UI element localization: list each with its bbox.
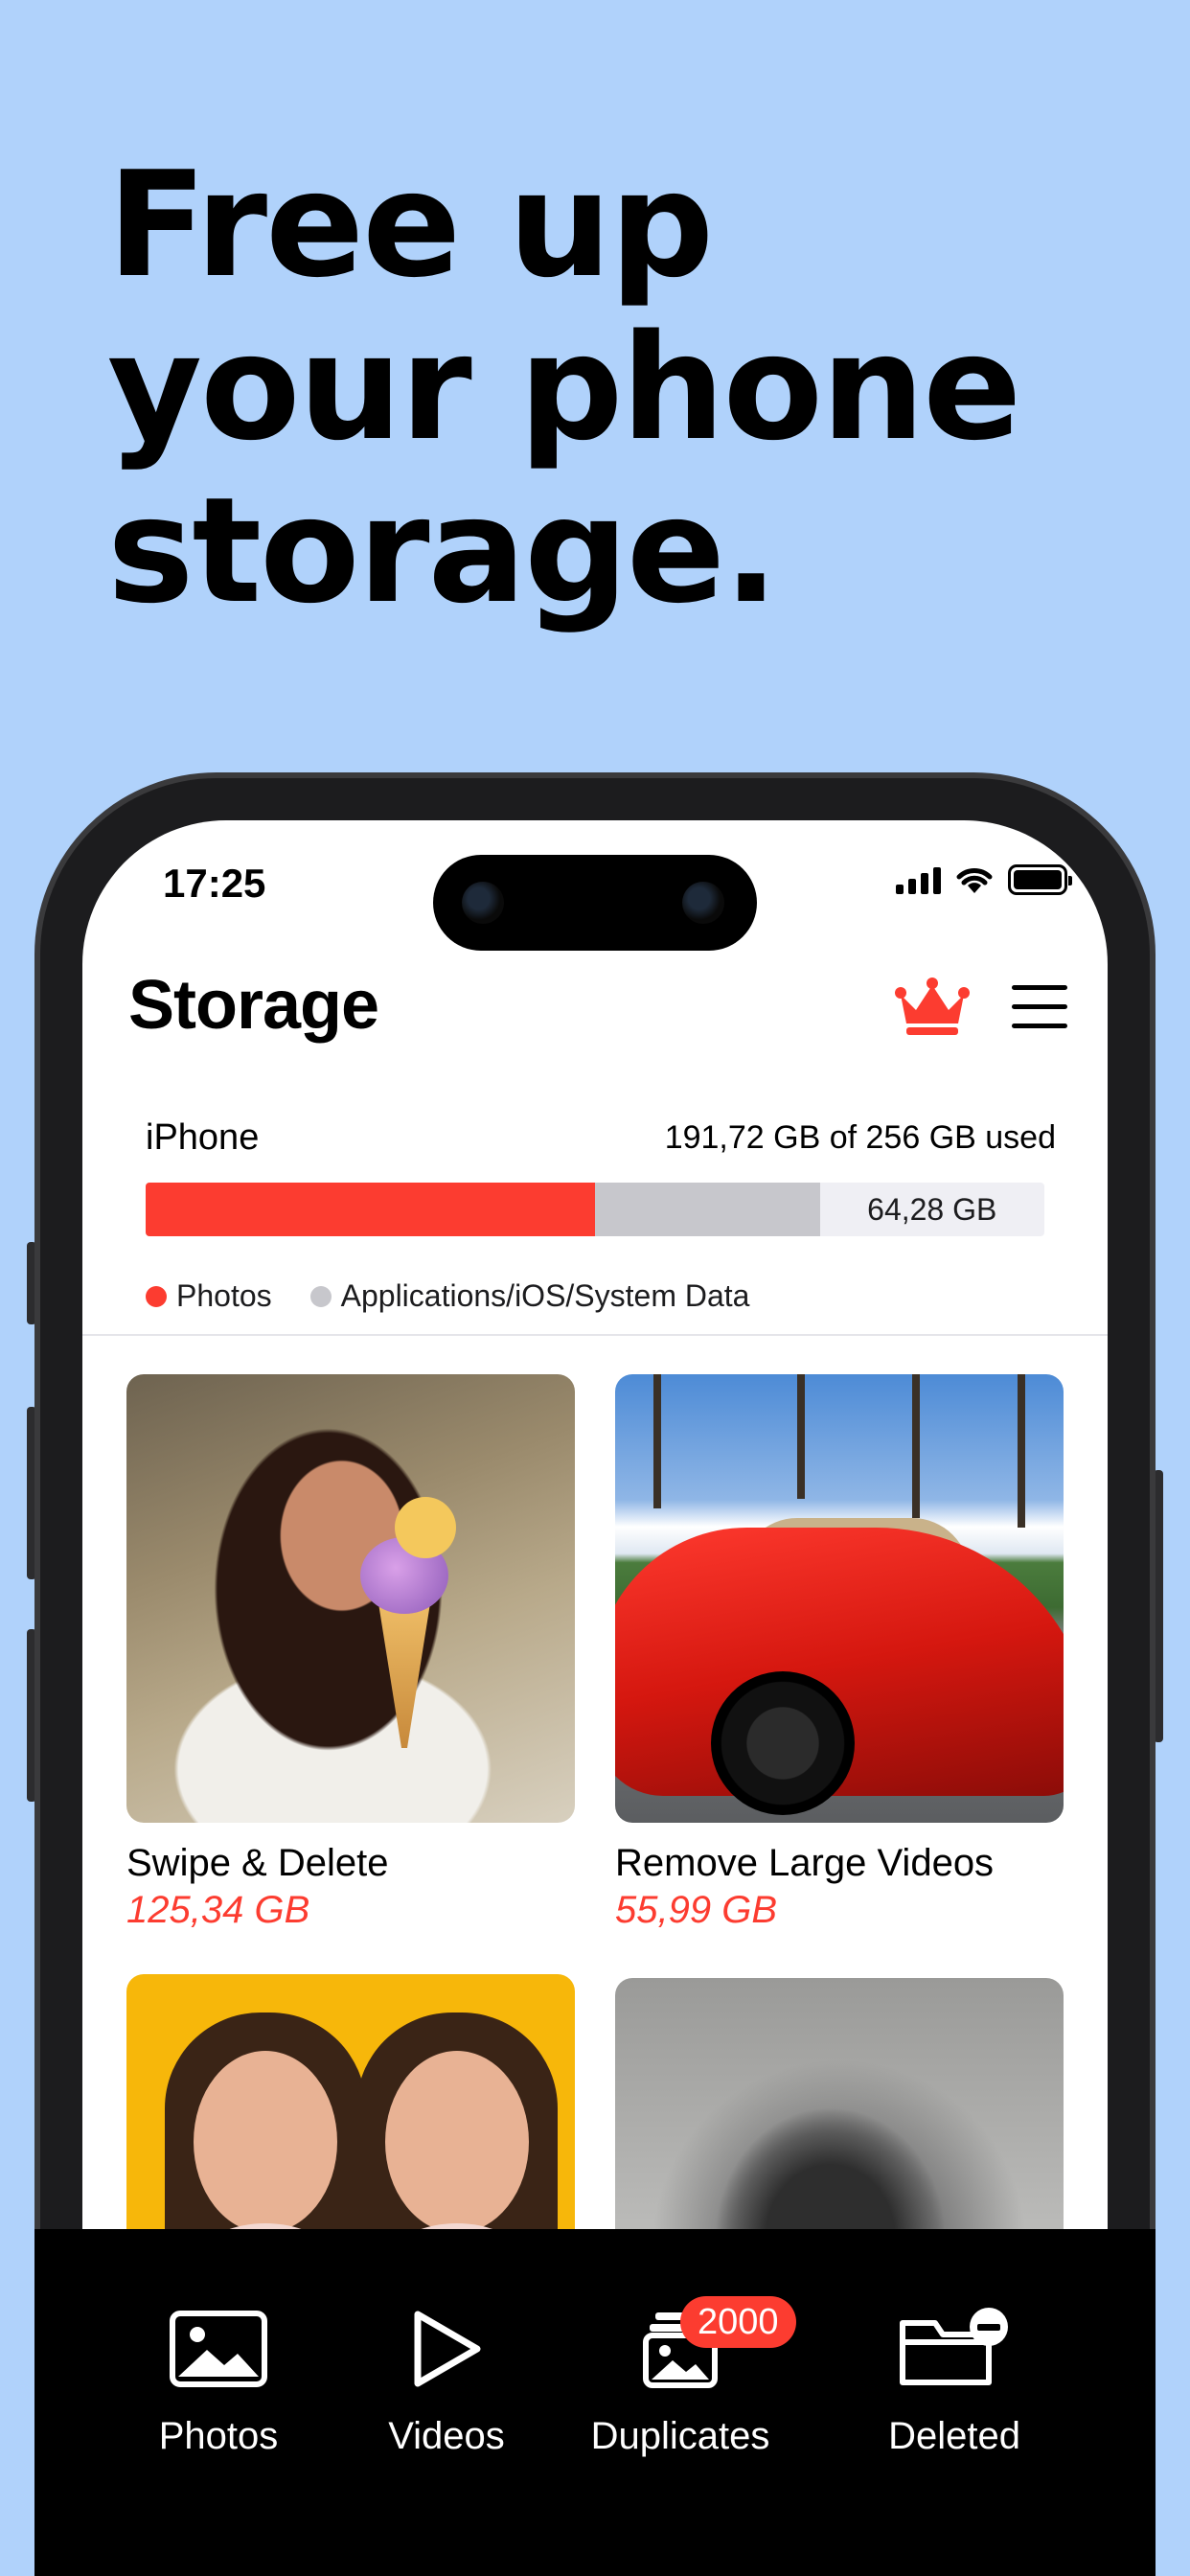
tab-label-videos: Videos (388, 2415, 505, 2457)
swipe-delete-title: Swipe & Delete (126, 1842, 389, 1884)
legend-dot-system (309, 1285, 332, 1307)
status-time: 17:25 (163, 861, 266, 906)
sensor-icon (682, 882, 724, 924)
large-videos-size: 55,99 GB (615, 1889, 778, 1931)
duplicates-badge: 2000 (680, 2296, 796, 2348)
swipe-delete-card[interactable]: Swipe & Delete 125,34 GB (126, 1374, 575, 1932)
headline: Free up your phone storage. (107, 144, 1065, 632)
battery-icon (1008, 864, 1072, 895)
headline-line-3: storage. (107, 466, 779, 635)
legend-label-photos: Photos (176, 1278, 272, 1313)
tab-label-duplicates: Duplicates (590, 2415, 770, 2457)
tab-deleted[interactable]: Deleted (839, 2296, 1069, 2458)
tab-photos[interactable]: Photos (103, 2296, 333, 2458)
tab-label-deleted: Deleted (888, 2415, 1020, 2457)
legend-label-system: Applications/iOS/System Data (340, 1278, 750, 1313)
storage-bar-photos (146, 1183, 595, 1236)
large-videos-card[interactable]: Remove Large Videos 55,99 GB (615, 1374, 1064, 1932)
swipe-delete-thumbnail (126, 1374, 575, 1823)
legend-item-system: Applications/iOS/System Data (309, 1278, 750, 1314)
legend-item-photos: Photos (146, 1278, 272, 1314)
storage-free-text: 64,28 GB (867, 1191, 997, 1227)
headline-line-2: your phone (107, 303, 1021, 472)
storage-used-text: 191,72 GB of 256 GB used (664, 1119, 1056, 1156)
storage-legend: Photos Applications/iOS/System Data (146, 1278, 788, 1314)
photo-icon (170, 2311, 267, 2387)
status-icons (896, 864, 1072, 895)
deleted-folder-icon (900, 2308, 1008, 2385)
crown-icon[interactable] (895, 978, 970, 1037)
dynamic-island (433, 855, 757, 951)
tab-label-photos: Photos (158, 2415, 279, 2457)
large-videos-title: Remove Large Videos (615, 1842, 995, 1884)
menu-icon[interactable] (1012, 985, 1067, 1031)
tab-bar: Photos Videos 2000 Duplicates Deleted (34, 2229, 1156, 2576)
swipe-delete-size: 125,34 GB (126, 1889, 310, 1931)
wifi-icon (956, 868, 993, 893)
tab-videos[interactable]: Videos (332, 2296, 561, 2458)
device-name: iPhone (146, 1117, 260, 1158)
divider (82, 1334, 1108, 1336)
large-videos-thumbnail (615, 1374, 1064, 1823)
page-title: Storage (128, 967, 379, 1044)
headline-line-1: Free up (107, 140, 714, 310)
storage-bar: 64,28 GB (146, 1183, 1044, 1236)
legend-dot-photos (146, 1285, 167, 1307)
play-icon (414, 2311, 481, 2387)
storage-bar-system (595, 1183, 820, 1236)
camera-icon (462, 882, 504, 924)
signal-icon (896, 865, 941, 894)
tab-duplicates[interactable]: 2000 Duplicates (565, 2296, 796, 2458)
